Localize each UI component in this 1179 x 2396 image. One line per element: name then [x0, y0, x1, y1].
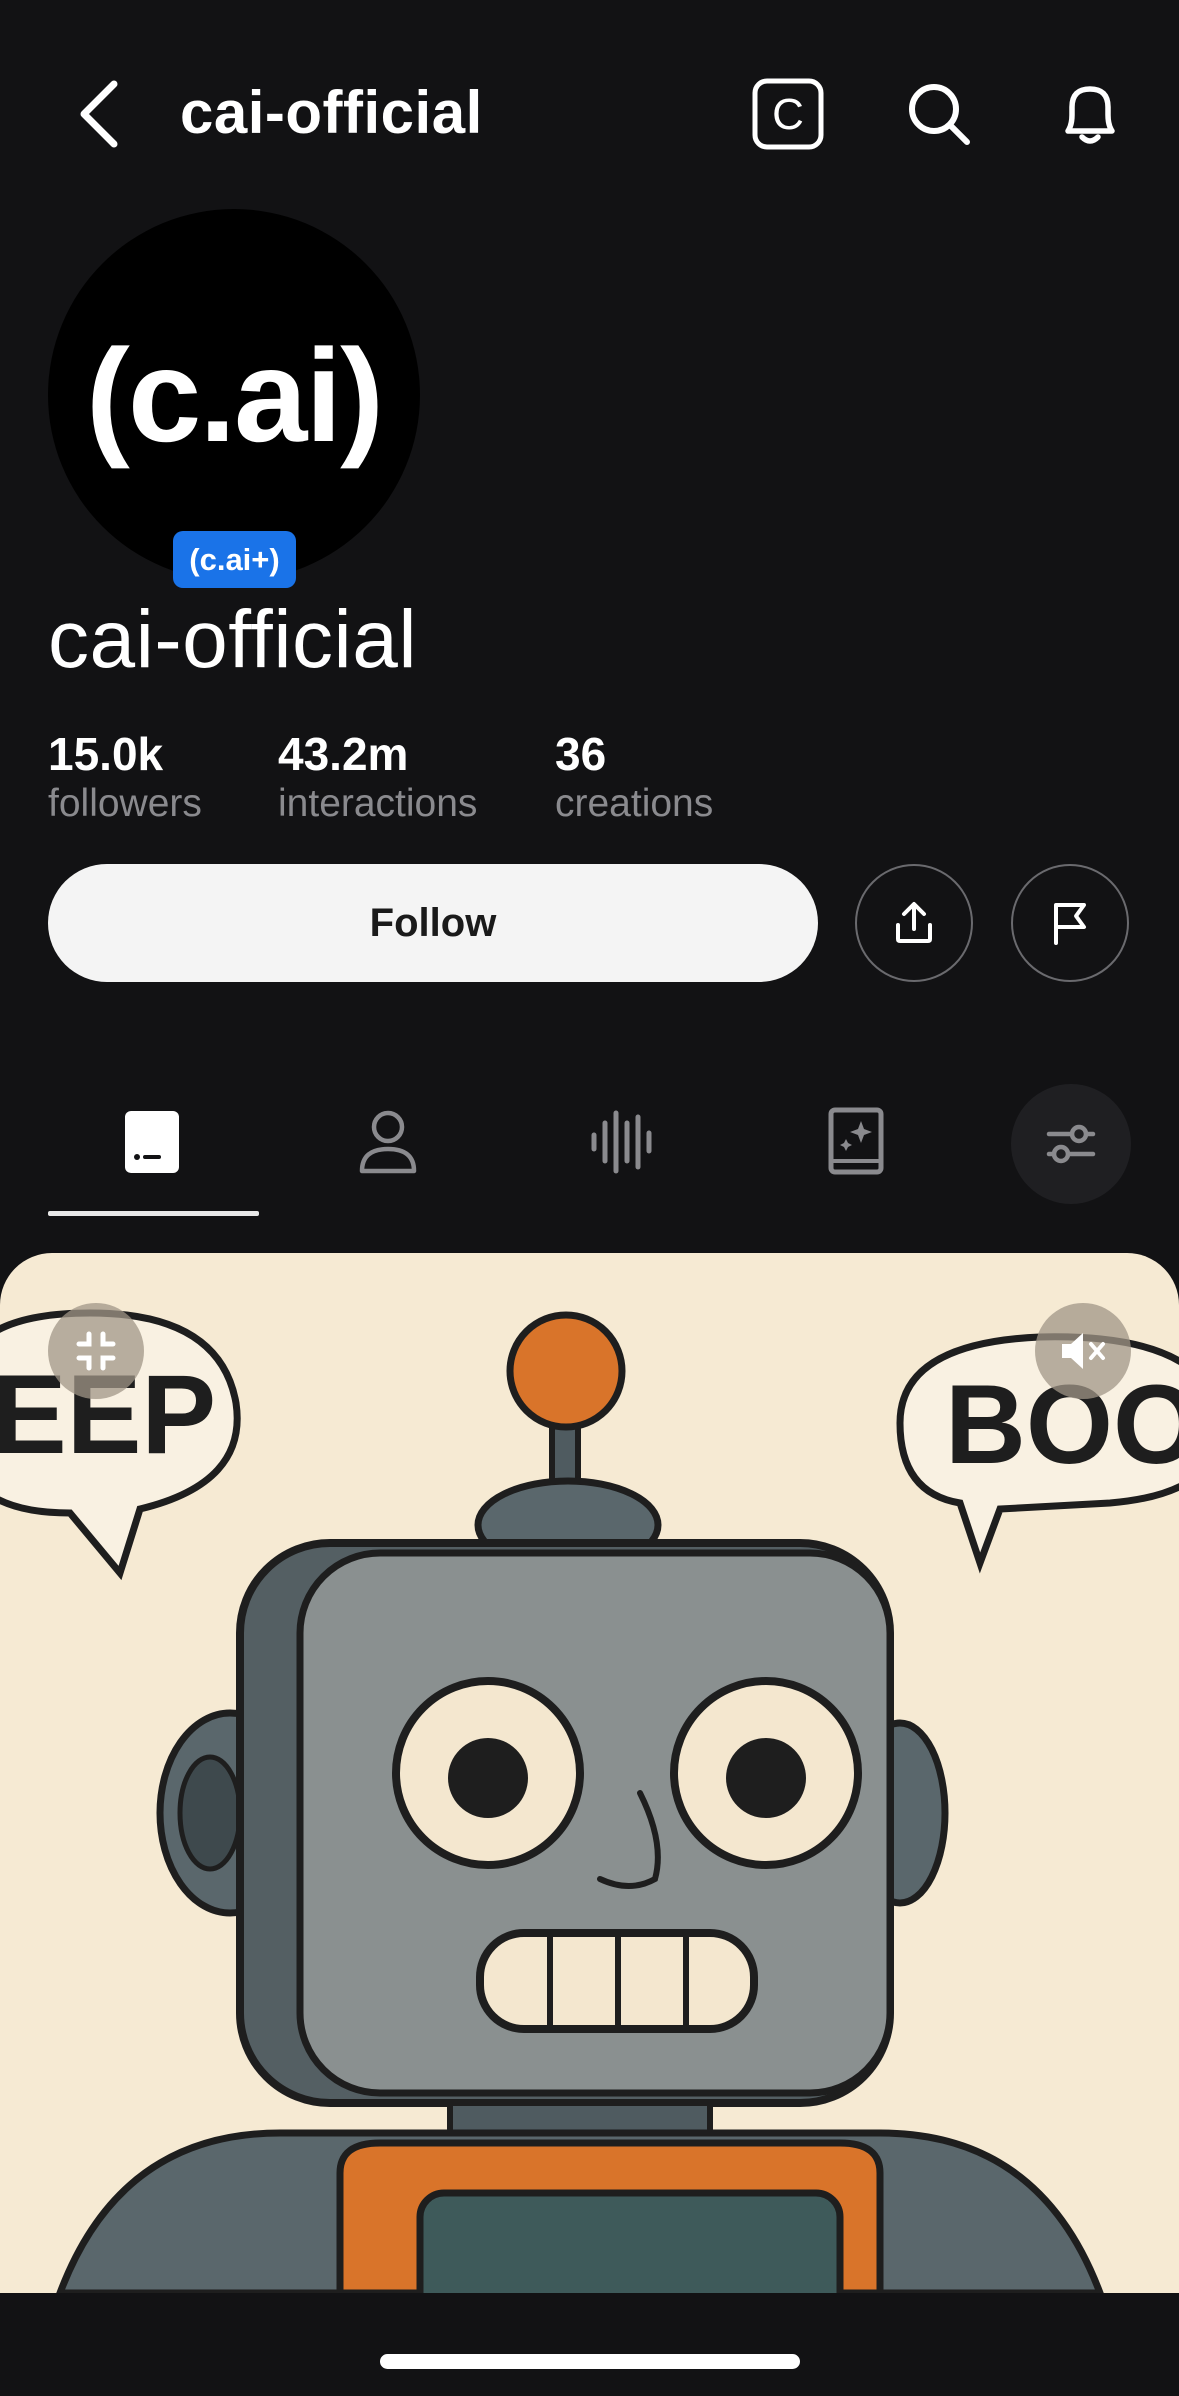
- flag-icon: [1054, 903, 1086, 945]
- notifications-button[interactable]: [1050, 74, 1130, 154]
- bell-icon: [1065, 86, 1115, 144]
- report-button[interactable]: [1011, 864, 1129, 982]
- tab-voices[interactable]: [506, 1082, 738, 1202]
- stat-followers[interactable]: 15.0k followers: [48, 728, 202, 828]
- svg-text:C: C: [772, 90, 804, 139]
- mute-button[interactable]: [1035, 1303, 1131, 1399]
- stat-interactions: 43.2m interactions: [278, 728, 477, 828]
- tab-personas[interactable]: [272, 1082, 504, 1202]
- sliders-icon: [1046, 1124, 1096, 1164]
- filter-button[interactable]: [1011, 1084, 1131, 1204]
- tab-selected-indicator: [48, 1211, 259, 1216]
- c-logo-button[interactable]: C: [748, 74, 828, 154]
- plus-badge: (c.ai+): [173, 531, 296, 588]
- robot-illustration: EEP BOO: [0, 1309, 1179, 2293]
- person-icon: [359, 1110, 417, 1174]
- stat-creations: 36 creations: [555, 728, 713, 828]
- minimize-icon: [76, 1331, 116, 1371]
- share-button[interactable]: [855, 864, 973, 982]
- book-icon: [828, 1107, 884, 1175]
- header-title: cai-official: [180, 79, 483, 146]
- stat-label: followers: [48, 782, 202, 825]
- characters-icon: [125, 1111, 179, 1173]
- avatar[interactable]: (c.ai): [48, 209, 420, 581]
- search-icon: [909, 84, 970, 145]
- stat-label: interactions: [278, 782, 478, 825]
- stat-value: 15.0k: [48, 728, 164, 780]
- c-logo-icon: C: [752, 78, 824, 150]
- minimize-button[interactable]: [48, 1303, 144, 1399]
- follow-button[interactable]: Follow: [48, 864, 818, 982]
- back-button[interactable]: [66, 72, 130, 156]
- profile-name: cai-official: [48, 594, 418, 685]
- stat-label: creations: [555, 782, 714, 825]
- stat-value: 36: [555, 728, 607, 780]
- tab-stories[interactable]: [740, 1082, 972, 1202]
- tab-characters[interactable]: [36, 1082, 268, 1202]
- home-indicator[interactable]: [380, 2354, 800, 2369]
- featured-video-card[interactable]: EEP BOO: [0, 1253, 1179, 2293]
- back-icon: [80, 80, 118, 148]
- voice-icon: [591, 1110, 652, 1174]
- bottom-safe-area: [0, 2293, 1179, 2396]
- mute-icon: [1062, 1333, 1105, 1369]
- share-icon: [896, 902, 932, 943]
- avatar-logo-text: (c.ai): [85, 321, 384, 469]
- stat-value: 43.2m: [278, 728, 409, 780]
- search-button[interactable]: [899, 74, 979, 154]
